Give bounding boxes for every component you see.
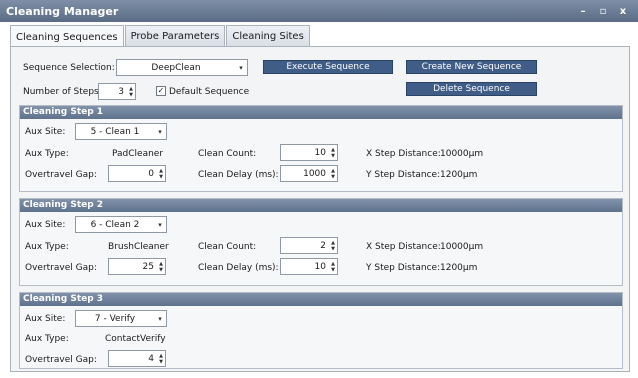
close-icon[interactable]: x: [618, 6, 628, 17]
spin-arrows-icon[interactable]: ▲ ▼: [329, 168, 337, 180]
x-step-distance-label: X Step Distance:: [366, 242, 441, 252]
y-step-distance-value: 1200µm: [440, 170, 478, 180]
aux-site-dropdown[interactable]: 7 - Verify ▾: [75, 310, 167, 327]
cleaning-sequences-panel: Sequence Selection: DeepClean ▾ Execute …: [10, 46, 630, 372]
tab-strip: Cleaning Sequences Probe Parameters Clea…: [10, 25, 311, 48]
cleaning-manager-window: Cleaning Manager – ▫ x Cleaning Sequence…: [0, 0, 638, 378]
overtravel-gap-label: Overtravel Gap:: [25, 170, 97, 180]
clean-delay-stepper[interactable]: 1000 ▲ ▼: [280, 165, 338, 182]
aux-site-label: Aux Site:: [25, 220, 66, 230]
cleaning-step-1-header: Cleaning Step 1: [20, 106, 622, 119]
x-step-distance-label: X Step Distance:: [366, 149, 441, 159]
overtravel-gap-label: Overtravel Gap:: [25, 263, 97, 273]
number-of-steps-label: Number of Steps:: [23, 87, 102, 97]
y-step-distance-label: Y Step Distance:: [366, 170, 441, 180]
aux-type-label: Aux Type:: [25, 149, 69, 159]
aux-type-value: PadCleaner: [112, 149, 164, 159]
aux-type-value: ContactVerify: [105, 334, 166, 344]
clean-count-label: Clean Count:: [198, 242, 257, 252]
tab-probe-parameters[interactable]: Probe Parameters: [124, 25, 226, 47]
number-of-steps-stepper[interactable]: 3 ▲ ▼: [98, 83, 136, 100]
title-bar[interactable]: Cleaning Manager – ▫ x: [0, 0, 638, 22]
clean-delay-label: Clean Delay (ms):: [198, 263, 279, 273]
aux-site-value: 6 - Clean 2: [90, 219, 140, 230]
aux-site-label: Aux Site:: [25, 127, 66, 137]
aux-type-label: Aux Type:: [25, 334, 69, 344]
chevron-down-icon: ▾: [239, 63, 243, 72]
spin-arrows-icon[interactable]: ▲ ▼: [329, 261, 337, 273]
window-controls: – ▫ x: [578, 6, 638, 17]
aux-site-dropdown[interactable]: 5 - Clean 1 ▾: [75, 123, 167, 140]
aux-site-dropdown[interactable]: 6 - Clean 2 ▾: [75, 216, 167, 233]
tab-cleaning-sequences[interactable]: Cleaning Sequences: [10, 25, 124, 48]
cleaning-step-2-header: Cleaning Step 2: [20, 199, 622, 212]
spin-arrows-icon[interactable]: ▲ ▼: [329, 240, 337, 252]
cleaning-step-3-header: Cleaning Step 3: [20, 293, 622, 306]
cleaning-step-1-group: Cleaning Step 1 Aux Site: 5 - Clean 1 ▾ …: [19, 105, 623, 192]
default-sequence-label: Default Sequence: [169, 87, 250, 97]
window-title: Cleaning Manager: [6, 4, 119, 18]
clean-count-stepper[interactable]: 2 ▲ ▼: [280, 237, 338, 254]
spin-arrows-icon[interactable]: ▲ ▼: [157, 353, 165, 365]
spin-arrows-icon[interactable]: ▲ ▼: [157, 168, 165, 180]
cleaning-step-3-group: Cleaning Step 3 Aux Site: 7 - Verify ▾ A…: [19, 292, 623, 369]
aux-site-label: Aux Site:: [25, 314, 66, 324]
default-sequence-checkbox[interactable]: ✓: [156, 86, 166, 96]
clean-delay-label: Clean Delay (ms):: [198, 170, 279, 180]
chevron-down-icon: ▾: [158, 220, 162, 229]
execute-sequence-button[interactable]: Execute Sequence: [263, 60, 393, 74]
overtravel-gap-value: 25: [142, 261, 154, 272]
sequence-selection-dropdown[interactable]: DeepClean ▾: [116, 59, 248, 76]
tab-cleaning-sites[interactable]: Cleaning Sites: [226, 25, 310, 47]
overtravel-gap-label: Overtravel Gap:: [25, 355, 97, 365]
clean-delay-value: 1000: [303, 168, 326, 179]
overtravel-gap-value: 4: [148, 353, 154, 364]
cleaning-step-2-group: Cleaning Step 2 Aux Site: 6 - Clean 2 ▾ …: [19, 198, 623, 286]
aux-site-value: 5 - Clean 1: [90, 126, 140, 137]
number-of-steps-value: 3: [118, 86, 124, 97]
clean-count-stepper[interactable]: 10 ▲ ▼: [280, 144, 338, 161]
clean-count-label: Clean Count:: [198, 149, 257, 159]
overtravel-gap-stepper[interactable]: 25 ▲ ▼: [108, 258, 166, 275]
chevron-down-icon: ▾: [158, 127, 162, 136]
aux-type-label: Aux Type:: [25, 242, 69, 252]
clean-delay-value: 10: [314, 261, 326, 272]
minimize-icon[interactable]: –: [578, 6, 588, 17]
spin-arrows-icon[interactable]: ▲ ▼: [329, 147, 337, 159]
delete-sequence-button[interactable]: Delete Sequence: [406, 82, 537, 96]
chevron-down-icon: ▾: [158, 314, 162, 323]
overtravel-gap-stepper[interactable]: 4 ▲ ▼: [108, 350, 166, 367]
overtravel-gap-value: 0: [148, 168, 154, 179]
x-step-distance-value: 10000µm: [440, 149, 484, 159]
restore-icon[interactable]: ▫: [598, 6, 608, 17]
clean-delay-stepper[interactable]: 10 ▲ ▼: [280, 258, 338, 275]
spin-arrows-icon[interactable]: ▲ ▼: [127, 86, 135, 98]
aux-type-value: BrushCleaner: [108, 242, 169, 252]
x-step-distance-value: 10000µm: [440, 242, 484, 252]
sequence-selection-label: Sequence Selection:: [23, 63, 115, 73]
sequence-selection-value: DeepClean: [151, 62, 201, 73]
overtravel-gap-stepper[interactable]: 0 ▲ ▼: [108, 165, 166, 182]
y-step-distance-label: Y Step Distance:: [366, 263, 441, 273]
y-step-distance-value: 1200µm: [440, 263, 478, 273]
aux-site-value: 7 - Verify: [94, 313, 136, 324]
spin-arrows-icon[interactable]: ▲ ▼: [157, 261, 165, 273]
clean-count-value: 2: [320, 240, 326, 251]
create-new-sequence-button[interactable]: Create New Sequence: [406, 60, 537, 74]
clean-count-value: 10: [314, 147, 326, 158]
